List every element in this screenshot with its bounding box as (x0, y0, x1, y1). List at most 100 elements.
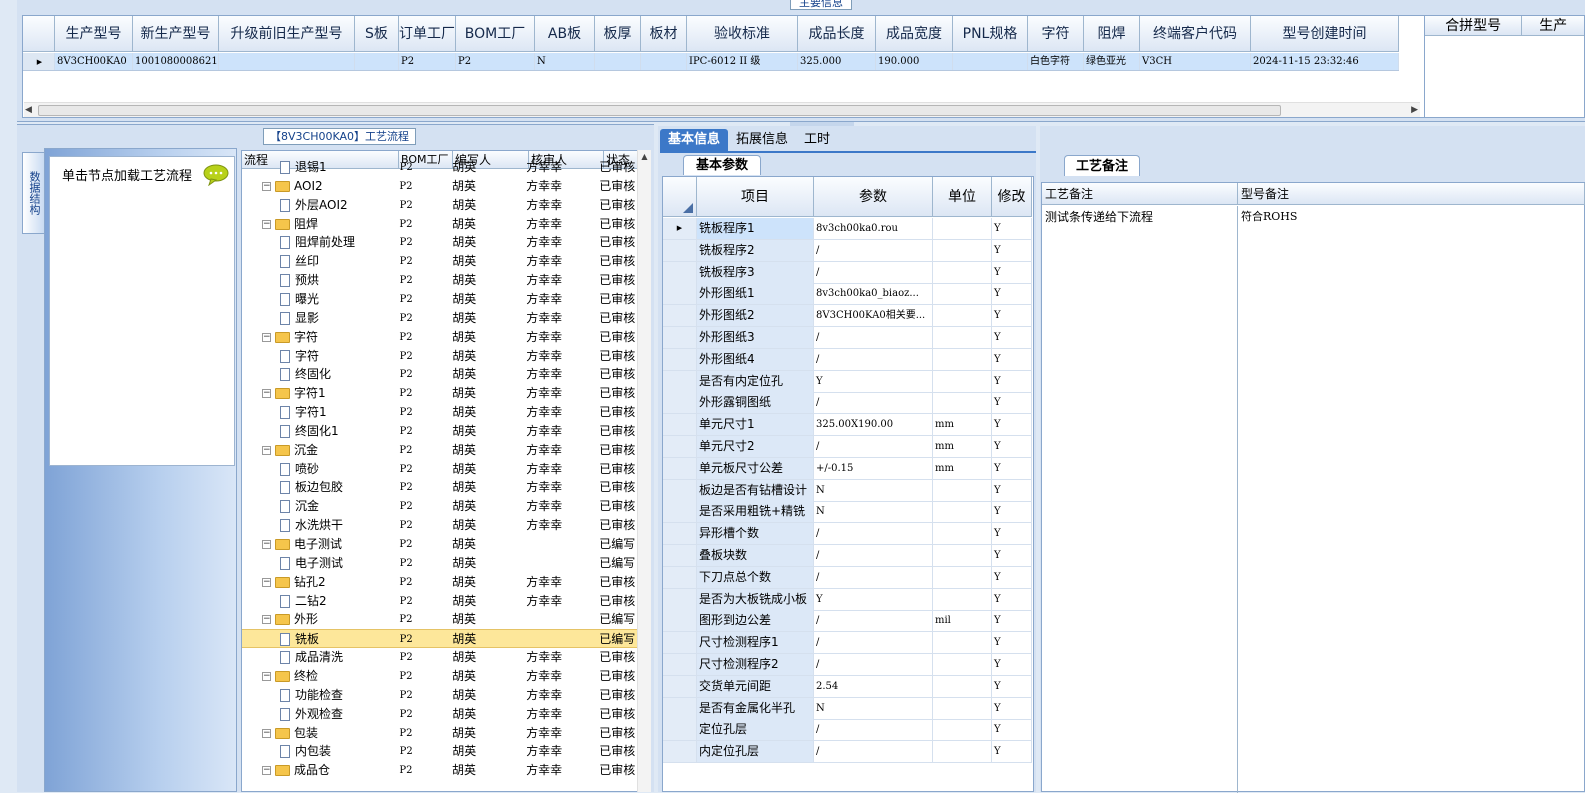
collapse-icon[interactable]: − (262, 219, 271, 229)
param-modify[interactable]: Y (992, 479, 1032, 501)
merge-model-grid[interactable]: 合拼型号 生产 (1424, 15, 1585, 118)
tree-node[interactable]: − 字符1 (242, 384, 395, 403)
param-value[interactable]: / (814, 436, 933, 457)
collapse-icon[interactable]: − (262, 577, 271, 587)
scroll-up-icon[interactable]: ▲ (638, 152, 651, 161)
param-grid[interactable]: 项目 参数 单位 修改 ▶ 铣板程序1 8v3ch00ka0.rou Y 铣板程序2/Y… (662, 176, 1034, 792)
tree-row[interactable]: − 字符 P2 胡英 方幸幸 已审核 (242, 328, 642, 347)
param-modify[interactable]: Y (992, 719, 1032, 741)
grid-cell[interactable]: 白色字符 (1028, 53, 1084, 70)
collapse-icon[interactable]: − (262, 389, 271, 399)
tree-node[interactable]: 预烘 (242, 271, 396, 290)
grid-col-header[interactable]: 板厚 (595, 16, 641, 51)
param-row[interactable]: 下刀点总个数 / Y (663, 566, 1032, 589)
tab-extended-info[interactable]: 拓展信息 (728, 129, 796, 151)
param-value[interactable]: / (814, 239, 933, 261)
tree-row[interactable]: 水洗烘干 P2 胡英 方幸幸 已审核 (242, 516, 642, 535)
tree-row[interactable]: 二钻2 P2 胡英 方幸幸 已审核 (242, 592, 642, 611)
tree-vertical-scrollbar[interactable]: ▲ (637, 150, 651, 792)
tree-row[interactable]: 终固化 P2 胡英 方幸幸 已审核 (242, 365, 642, 384)
grid-cell[interactable]: P2 (399, 53, 456, 70)
param-row[interactable]: 图形到边公差 / mil Y (663, 610, 1032, 633)
tree-row[interactable]: − AOI2 P2 胡英 方幸幸 已审核 (242, 177, 642, 196)
tree-node[interactable]: − 外形 (242, 610, 395, 629)
collapse-icon[interactable]: − (262, 445, 271, 455)
collapse-icon[interactable]: − (262, 181, 271, 191)
param-row[interactable]: 交货单元间距 2.54 Y (663, 675, 1032, 698)
tree-row[interactable]: 板边包胶 P2 胡英 方幸幸 已审核 (242, 478, 642, 497)
grid-col-header[interactable]: 字符 (1028, 16, 1084, 51)
tree-row[interactable]: − 钻孔2 P2 胡英 方幸幸 已审核 (242, 573, 642, 592)
grid-cell[interactable]: 绿色亚光 (1084, 53, 1140, 70)
param-row[interactable]: 铣板程序2/ Y (663, 239, 1032, 262)
tree-node[interactable]: − 沉金 (242, 441, 395, 460)
col-item[interactable]: 项目 (697, 177, 814, 216)
param-row[interactable]: 是否采用粗铣+精铣 N Y (663, 501, 1032, 524)
param-value[interactable]: N (814, 501, 933, 523)
param-value[interactable]: / (814, 261, 933, 283)
col-modify[interactable]: 修改 (992, 177, 1032, 216)
param-row[interactable]: 铣板程序3/ Y (663, 261, 1032, 284)
tree-node[interactable]: − 钻孔2 (242, 573, 395, 592)
param-modify[interactable]: Y (992, 741, 1032, 763)
param-modify[interactable]: Y (992, 588, 1032, 610)
collapse-icon[interactable]: − (262, 766, 271, 776)
grid-col-header[interactable]: 成品长度 (798, 16, 876, 51)
param-value[interactable]: / (814, 741, 933, 763)
col-value[interactable]: 参数 (814, 177, 933, 216)
grid-cell[interactable]: IPC-6012 II 级 (687, 53, 798, 70)
grid-cell[interactable] (355, 53, 399, 70)
tree-node[interactable]: 成品清洗 (242, 648, 396, 667)
tree-row[interactable]: 外层AOI2 P2 胡英 方幸幸 已审核 (242, 196, 642, 215)
tree-node[interactable]: − 电子测试 (242, 535, 395, 554)
tree-node[interactable]: 功能检查 (242, 686, 396, 705)
grid-cell[interactable]: 10010800086214 (133, 53, 219, 70)
collapse-icon[interactable]: − (262, 332, 271, 342)
grid-cell[interactable] (219, 53, 355, 70)
param-row[interactable]: 异形槽个数 / Y (663, 523, 1032, 546)
grid-cell[interactable]: 190.000 (876, 53, 953, 70)
remarks-grid[interactable]: 工艺备注 型号备注 测试条传递给下流程 符合ROHS (1041, 182, 1585, 793)
param-row[interactable]: 单元尺寸1 325.00X190.00 mm Y (663, 414, 1032, 437)
param-value[interactable]: 2.54 (814, 675, 933, 697)
grid-col-header[interactable]: 型号创建时间 (1251, 16, 1399, 51)
grid-cell[interactable]: V3CH (1140, 53, 1251, 70)
tree-row[interactable]: − 外形 P2 胡英 已编写 (242, 610, 642, 629)
param-row[interactable]: 是否为大板铣成小板 Y Y (663, 588, 1032, 611)
tree-node[interactable]: 二钻2 (242, 592, 396, 611)
param-modify[interactable]: Y (992, 283, 1032, 305)
grid-col-header[interactable]: 终端客户代码 (1140, 16, 1251, 51)
grid-col-header[interactable]: PNL规格 (953, 16, 1028, 51)
tree-node[interactable]: 字符1 (242, 403, 396, 422)
grid-cell[interactable] (595, 53, 641, 70)
param-value[interactable]: / (814, 719, 933, 741)
param-row[interactable]: 内定位孔层 / Y (663, 741, 1032, 764)
param-value[interactable]: 325.00X190.00 (814, 414, 933, 436)
tree-node[interactable]: − AOI2 (242, 177, 395, 196)
param-modify[interactable]: Y (992, 414, 1032, 436)
param-value[interactable]: / (814, 392, 933, 414)
collapse-icon[interactable]: − (262, 671, 271, 681)
tree-node[interactable]: 外层AOI2 (242, 196, 396, 215)
tree-node[interactable]: 水洗烘干 (242, 516, 396, 535)
col-process-remark[interactable]: 工艺备注 (1042, 183, 1238, 204)
horizontal-scrollbar[interactable]: ◀ ▶ (24, 102, 1420, 117)
tree-row[interactable]: − 终检 P2 胡英 方幸幸 已审核 (242, 667, 642, 686)
col-unit[interactable]: 单位 (933, 177, 992, 216)
tree-row[interactable]: 喷砂 P2 胡英 方幸幸 已审核 (242, 460, 642, 479)
param-modify[interactable]: Y (992, 632, 1032, 654)
col-model-remark[interactable]: 型号备注 (1238, 183, 1585, 204)
tab-basic-params[interactable]: 基本参数 (683, 155, 761, 175)
scroll-left-icon[interactable]: ◀ (25, 105, 32, 115)
tree-node[interactable]: 字符 (242, 347, 396, 366)
tree-node[interactable]: − 包装 (242, 724, 395, 743)
param-modify[interactable]: Y (992, 457, 1032, 479)
grid-col-header[interactable]: 验收标准 (687, 16, 798, 51)
grid-cell[interactable]: 325.000 (798, 53, 876, 70)
param-modify[interactable]: Y (992, 239, 1032, 261)
param-modify[interactable]: Y (992, 370, 1032, 392)
param-modify[interactable]: Y (992, 327, 1032, 348)
param-value[interactable]: / (814, 610, 933, 632)
tree-row[interactable]: 终固化1 P2 胡英 方幸幸 已审核 (242, 422, 642, 441)
model-grid-row[interactable]: ▶ 8V3CH00KA0 10010800086214 P2 P2 N IPC-6012 I… (23, 53, 1399, 71)
